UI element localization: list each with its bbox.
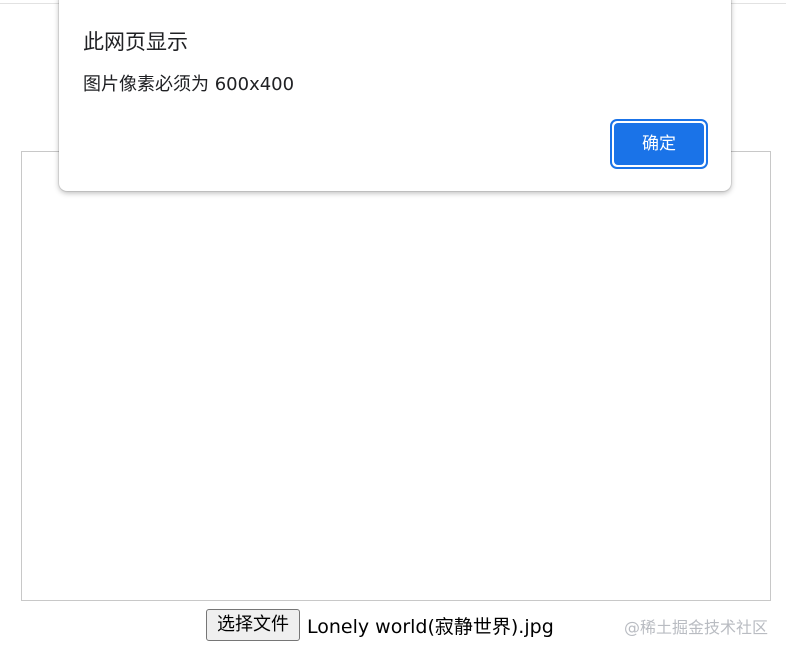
dialog-message: 图片像素必须为 600x400 (83, 74, 295, 95)
image-preview-area (21, 151, 771, 601)
ok-button[interactable]: 确定 (614, 123, 704, 165)
dialog-title: 此网页显示 (83, 30, 188, 54)
file-input: 选择文件 Lonely world(寂静世界).jpg (206, 608, 554, 642)
choose-file-button[interactable]: 选择文件 (206, 609, 300, 641)
alert-dialog: 此网页显示 图片像素必须为 600x400 确定 (59, 0, 731, 191)
web-page: 选择文件 Lonely world(寂静世界).jpg @稀土掘金技术社区 此网… (0, 0, 786, 652)
selected-file-name: Lonely world(寂静世界).jpg (307, 615, 554, 638)
watermark-text: @稀土掘金技术社区 (623, 618, 768, 637)
